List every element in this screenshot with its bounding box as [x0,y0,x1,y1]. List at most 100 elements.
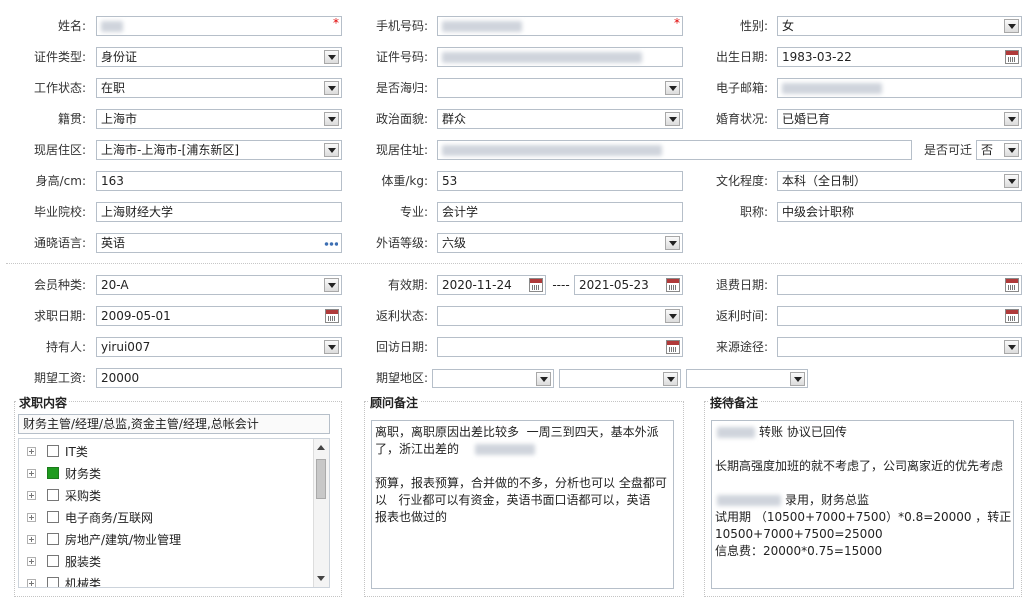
rebate-time-field[interactable] [777,306,1022,326]
reception-notes-textarea[interactable]: 转账 协议已回传 长期高强度加班的就不考虑了，公司离家近的优先考虑 录用，财务总… [711,420,1014,589]
expand-icon[interactable] [27,535,36,544]
consultant-notes-textarea[interactable]: 离职，离职原因出差比较多 一周三到四天，基本外派 了，浙江出差的 预算，报表预算… [371,420,674,589]
name-field[interactable]: * [96,16,342,36]
foreign-level-label: 外语等级: [375,236,428,250]
refund-date-field[interactable] [777,275,1022,295]
calendar-icon[interactable] [1005,50,1019,64]
id-type-select[interactable]: 身份证 [96,47,342,67]
member-type-select[interactable]: 20-A [96,275,342,295]
chevron-down-icon[interactable] [790,372,805,386]
chevron-down-icon[interactable] [665,309,680,323]
expand-icon[interactable] [27,469,36,478]
note-line: 预算，报表预算，合并做的不多，分析也可以 全盘都可 [375,476,667,490]
source-select[interactable] [777,337,1022,357]
birth-date-field[interactable]: 1983-03-22 [777,47,1022,67]
tree-item-ecommerce[interactable]: 电子商务/互联网 [23,507,303,529]
chevron-down-icon[interactable] [665,236,680,250]
phone-field[interactable]: * [437,16,683,36]
calendar-icon[interactable] [325,309,339,323]
region-city-select[interactable] [559,369,681,388]
calendar-icon[interactable] [529,278,543,292]
checkbox[interactable] [47,577,59,587]
relocate-select[interactable]: 否 [976,140,1022,160]
job-date-field[interactable]: 2009-05-01 [96,306,342,326]
chevron-down-icon[interactable] [536,372,551,386]
valid-from-field[interactable]: 2020-11-24 [437,275,546,295]
work-status-select[interactable]: 在职 [96,78,342,98]
expand-icon[interactable] [27,513,36,522]
revisit-date-field[interactable] [437,337,683,357]
checkbox-checked[interactable] [47,467,59,479]
chevron-down-icon[interactable] [1004,143,1019,157]
language-field[interactable]: 英语 [96,233,342,253]
more-icon[interactable] [324,242,338,246]
checkbox[interactable] [47,555,59,567]
id-type-value: 身份证 [101,50,138,64]
note-line: 10500+7000+7500=25000 [715,527,883,541]
tree-item-it[interactable]: IT类 [23,441,303,463]
tree-item-realestate[interactable]: 房地产/建筑/物业管理 [23,529,303,551]
expand-icon[interactable] [27,447,36,456]
redacted-value [442,145,662,156]
tree-item-machinery[interactable]: 机械类 [23,573,303,588]
holder-select[interactable]: yirui007 [96,337,342,357]
salary-field[interactable]: 20000 [96,368,342,388]
language-label: 通晓语言: [33,236,86,250]
residence-addr-field[interactable] [437,140,912,160]
tree-scrollbar[interactable] [313,439,329,587]
valid-to-field[interactable]: 2021-05-23 [574,275,683,295]
chevron-down-icon[interactable] [324,143,339,157]
title-field[interactable]: 中级会计职称 [777,202,1022,222]
calendar-icon[interactable] [1005,278,1019,292]
education-select[interactable]: 本科（全日制） [777,171,1022,191]
calendar-icon[interactable] [666,340,680,354]
chevron-down-icon[interactable] [1004,19,1019,33]
calendar-icon[interactable] [1005,309,1019,323]
expand-icon[interactable] [27,579,36,587]
chevron-down-icon[interactable] [1004,340,1019,354]
chevron-down-icon[interactable] [324,81,339,95]
checkbox[interactable] [47,533,59,545]
chevron-down-icon[interactable] [1004,112,1019,126]
scrollbar-thumb[interactable] [316,459,326,499]
tree-item-apparel[interactable]: 服装类 [23,551,303,573]
chevron-down-icon[interactable] [324,278,339,292]
scroll-up-icon[interactable] [317,445,325,450]
chevron-down-icon[interactable] [1004,174,1019,188]
gender-select[interactable]: 女 [777,16,1022,36]
residence-area-select[interactable]: 上海市-上海市-[浦东新区] [96,140,342,160]
marital-select[interactable]: 已婚已育 [777,109,1022,129]
chevron-down-icon[interactable] [665,81,680,95]
school-field[interactable]: 上海财经大学 [96,202,342,222]
chevron-down-icon[interactable] [665,112,680,126]
calendar-icon[interactable] [666,278,680,292]
rebate-status-select[interactable] [437,306,683,326]
chevron-down-icon[interactable] [324,340,339,354]
chevron-down-icon[interactable] [663,372,678,386]
weight-field[interactable]: 53 [437,171,683,191]
tree-item-purchase[interactable]: 采购类 [23,485,303,507]
expand-icon[interactable] [27,491,36,500]
checkbox[interactable] [47,445,59,457]
tree-item-label: 机械类 [65,577,102,588]
returnee-select[interactable] [437,78,683,98]
major-label: 专业: [399,205,428,219]
major-field[interactable]: 会计学 [437,202,683,222]
tree-item-finance[interactable]: 财务类 [23,463,303,485]
checkbox[interactable] [47,511,59,523]
region-district-select[interactable] [686,369,808,388]
foreign-level-value: 六级 [442,236,467,250]
expand-icon[interactable] [27,557,36,566]
region-province-select[interactable] [432,369,554,388]
scroll-down-icon[interactable] [317,576,325,581]
political-label: 政治面貌: [375,112,428,126]
foreign-level-select[interactable]: 六级 [437,233,683,253]
political-select[interactable]: 群众 [437,109,683,129]
chevron-down-icon[interactable] [324,50,339,64]
height-field[interactable]: 163 [96,171,342,191]
id-no-field[interactable] [437,47,683,67]
checkbox[interactable] [47,489,59,501]
native-select[interactable]: 上海市 [96,109,342,129]
chevron-down-icon[interactable] [324,112,339,126]
email-field[interactable] [777,78,1022,98]
